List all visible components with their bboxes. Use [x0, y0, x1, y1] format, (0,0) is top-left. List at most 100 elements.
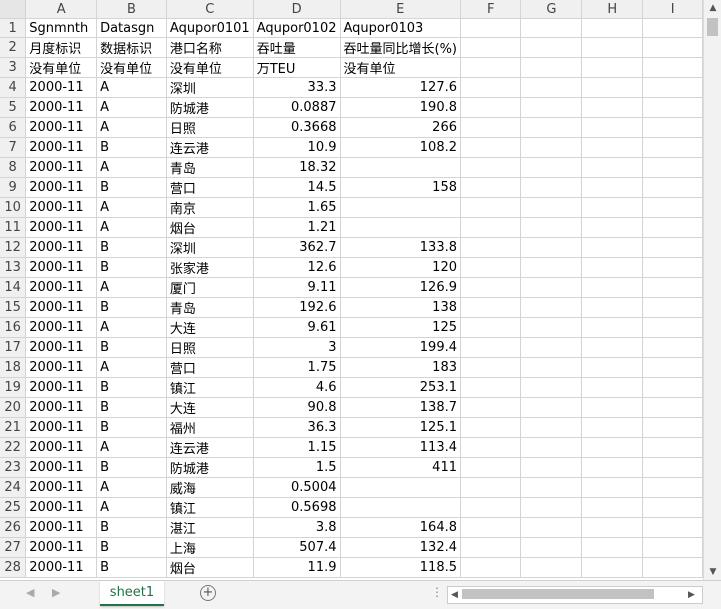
add-sheet-icon[interactable]: +	[200, 585, 216, 601]
cell-i28[interactable]	[642, 557, 703, 578]
cell-d7[interactable]: 10.9	[253, 137, 341, 158]
cell-f17[interactable]	[460, 337, 522, 358]
cell-e17[interactable]: 199.4	[340, 337, 461, 358]
cell-b14[interactable]: A	[96, 277, 167, 298]
cell-e1[interactable]: Aqupor0103	[340, 18, 461, 38]
row-header[interactable]: 2	[0, 37, 27, 58]
cell-d4[interactable]: 33.3	[253, 77, 341, 98]
cell-g3[interactable]	[520, 57, 583, 78]
cell-b9[interactable]: B	[96, 177, 167, 198]
cell-d5[interactable]: 0.0887	[253, 97, 341, 118]
cell-h2[interactable]	[581, 37, 644, 58]
cell-f2[interactable]	[460, 37, 522, 58]
cell-a9[interactable]: 2000-11	[25, 177, 98, 198]
cell-h11[interactable]	[581, 217, 644, 238]
row-header[interactable]: 1	[0, 18, 27, 38]
cell-d26[interactable]: 3.8	[253, 517, 341, 538]
cell-f3[interactable]	[460, 57, 522, 78]
cell-a15[interactable]: 2000-11	[25, 297, 98, 318]
cell-h8[interactable]	[581, 157, 644, 178]
cell-d13[interactable]: 12.6	[253, 257, 341, 278]
cell-i23[interactable]	[642, 457, 703, 478]
cell-f12[interactable]	[460, 237, 522, 258]
cell-g16[interactable]	[520, 317, 583, 338]
cell-e20[interactable]: 138.7	[340, 397, 461, 418]
cell-b16[interactable]: A	[96, 317, 167, 338]
cell-e19[interactable]: 253.1	[340, 377, 461, 398]
cell-i14[interactable]	[642, 277, 703, 298]
cell-c28[interactable]: 烟台	[166, 557, 254, 578]
cell-i15[interactable]	[642, 297, 703, 318]
cell-e25[interactable]	[340, 497, 461, 518]
cell-h20[interactable]	[581, 397, 644, 418]
cell-a8[interactable]: 2000-11	[25, 157, 98, 178]
cell-h12[interactable]	[581, 237, 644, 258]
cell-f16[interactable]	[460, 317, 522, 338]
cell-e21[interactable]: 125.1	[340, 417, 461, 438]
cell-d6[interactable]: 0.3668	[253, 117, 341, 138]
cell-f14[interactable]	[460, 277, 522, 298]
row-header[interactable]: 24	[0, 477, 27, 498]
cell-d27[interactable]: 507.4	[253, 537, 341, 558]
cell-i18[interactable]	[642, 357, 703, 378]
cell-c15[interactable]: 青岛	[166, 297, 254, 318]
horizontal-scroll-thumb[interactable]	[462, 589, 654, 599]
row-header[interactable]: 20	[0, 397, 27, 418]
cell-e22[interactable]: 113.4	[340, 437, 461, 458]
cell-b21[interactable]: B	[96, 417, 167, 438]
cell-d17[interactable]: 3	[253, 337, 341, 358]
cell-f29[interactable]	[460, 577, 522, 578]
prev-sheet-icon[interactable]: ◀	[26, 586, 34, 599]
cell-b11[interactable]: A	[96, 217, 167, 238]
cell-g22[interactable]	[520, 437, 583, 458]
row-header[interactable]: 16	[0, 317, 27, 338]
cell-d8[interactable]: 18.32	[253, 157, 341, 178]
cell-e3[interactable]: 没有单位	[340, 57, 461, 78]
cell-h13[interactable]	[581, 257, 644, 278]
cell-e8[interactable]	[340, 157, 461, 178]
cell-g4[interactable]	[520, 77, 583, 98]
cell-f26[interactable]	[460, 517, 522, 538]
cell-d20[interactable]: 90.8	[253, 397, 341, 418]
cell-e18[interactable]: 183	[340, 357, 461, 378]
cell-f13[interactable]	[460, 257, 522, 278]
cell-g15[interactable]	[520, 297, 583, 318]
cell-b27[interactable]: B	[96, 537, 167, 558]
cell-c8[interactable]: 青岛	[166, 157, 254, 178]
cell-h24[interactable]	[581, 477, 644, 498]
cell-f22[interactable]	[460, 437, 522, 458]
cell-c22[interactable]: 连云港	[166, 437, 254, 458]
cell-b26[interactable]: B	[96, 517, 167, 538]
cell-g1[interactable]	[520, 18, 583, 38]
cell-h22[interactable]	[581, 437, 644, 458]
cell-b3[interactable]: 没有单位	[96, 57, 167, 78]
cell-c25[interactable]: 镇江	[166, 497, 254, 518]
cell-c1[interactable]: Aqupor0101	[166, 18, 254, 38]
cell-i20[interactable]	[642, 397, 703, 418]
column-header-e[interactable]: E	[340, 0, 461, 19]
cell-a23[interactable]: 2000-11	[25, 457, 98, 478]
cell-i11[interactable]	[642, 217, 703, 238]
cell-g14[interactable]	[520, 277, 583, 298]
cell-c4[interactable]: 深圳	[166, 77, 254, 98]
cell-e29[interactable]: 120.8	[340, 577, 461, 578]
cell-i22[interactable]	[642, 437, 703, 458]
cell-d24[interactable]: 0.5004	[253, 477, 341, 498]
cell-g20[interactable]	[520, 397, 583, 418]
row-header[interactable]: 17	[0, 337, 27, 358]
cell-i3[interactable]	[642, 57, 703, 78]
cell-e23[interactable]: 411	[340, 457, 461, 478]
cell-h29[interactable]	[581, 577, 644, 578]
cell-a6[interactable]: 2000-11	[25, 117, 98, 138]
column-header-f[interactable]: F	[460, 0, 522, 19]
cell-d18[interactable]: 1.75	[253, 357, 341, 378]
cell-e24[interactable]	[340, 477, 461, 498]
cell-g28[interactable]	[520, 557, 583, 578]
cell-e11[interactable]	[340, 217, 461, 238]
cell-i13[interactable]	[642, 257, 703, 278]
cell-e26[interactable]: 164.8	[340, 517, 461, 538]
cell-a29[interactable]: 2000-11	[25, 577, 98, 578]
row-header[interactable]: 28	[0, 557, 27, 578]
cell-c26[interactable]: 湛江	[166, 517, 254, 538]
column-header-h[interactable]: H	[581, 0, 644, 19]
